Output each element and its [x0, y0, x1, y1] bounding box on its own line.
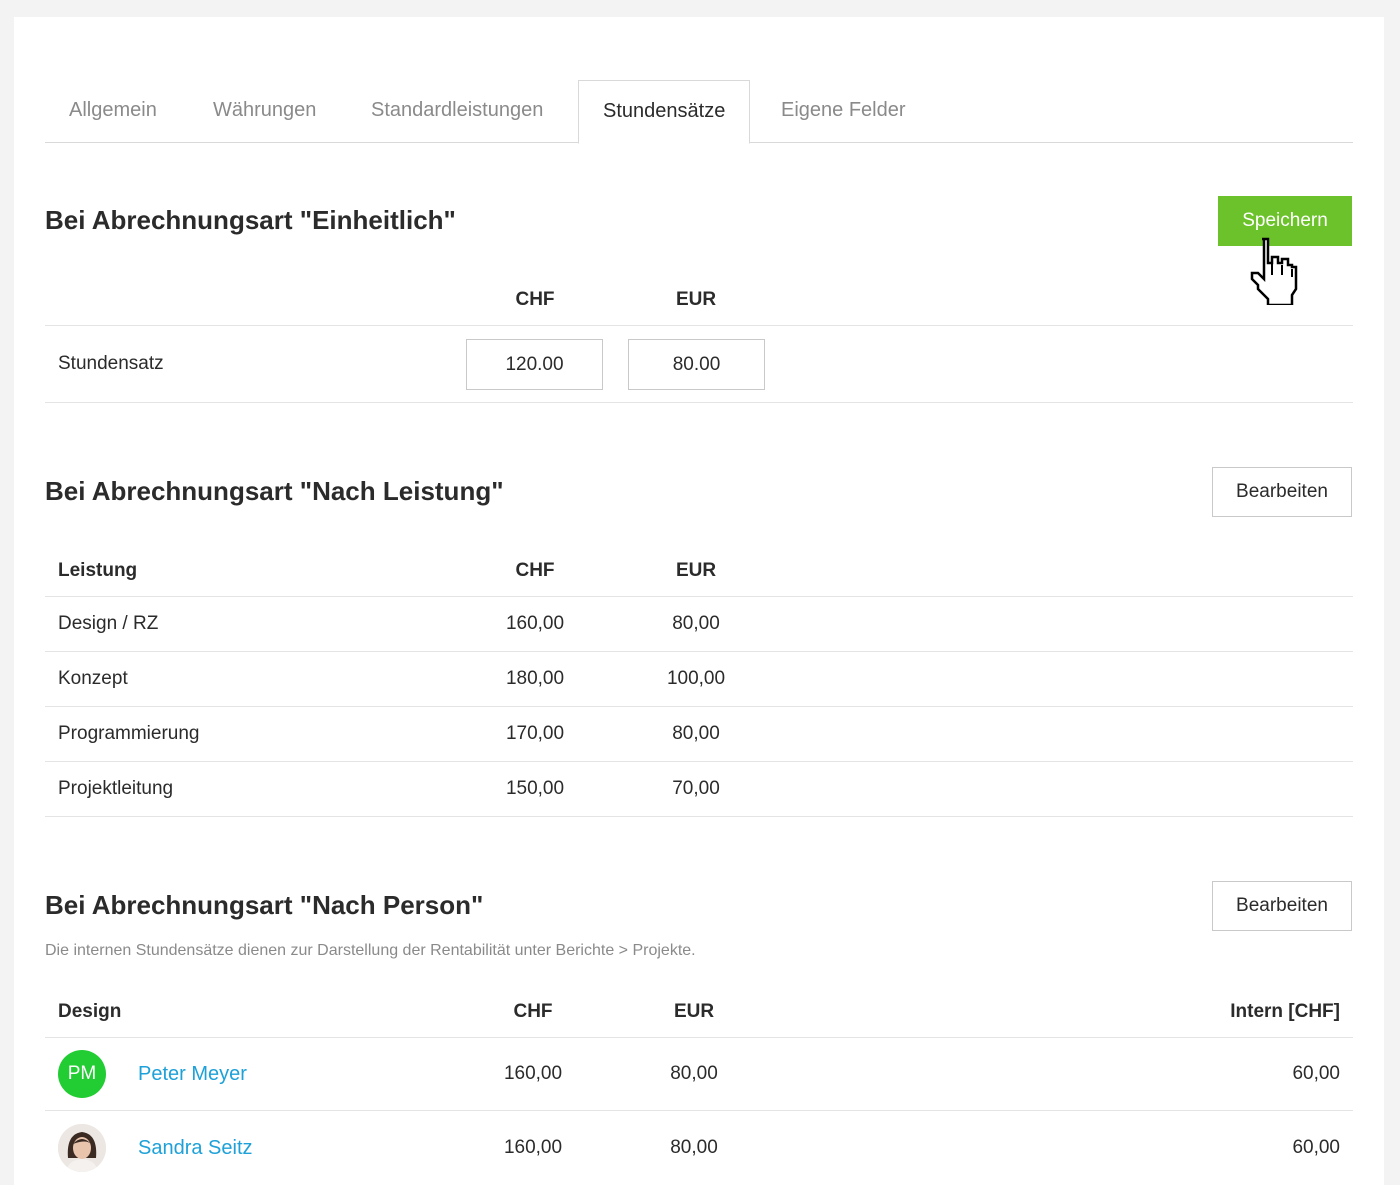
leistung-chf: 150,00	[505, 778, 565, 799]
tab-allgemein[interactable]: Allgemein	[45, 80, 181, 143]
leistung-chf: 160,00	[505, 613, 565, 634]
row-label-stundensatz: Stundensatz	[58, 353, 164, 374]
rate-input-eur[interactable]	[628, 339, 765, 390]
leistung-eur: 70,00	[672, 778, 720, 799]
col-head-chf: CHF	[515, 289, 555, 310]
person-intern: 60,00	[1292, 1137, 1340, 1158]
avatar	[58, 1124, 106, 1172]
col-head-chf: CHF	[513, 1001, 553, 1022]
tab-waehrungen[interactable]: Währungen	[189, 80, 340, 143]
divider	[45, 1037, 1353, 1038]
col-head-leistung: Leistung	[58, 560, 138, 581]
leistung-eur: 80,00	[672, 723, 720, 744]
person-intern: 60,00	[1292, 1063, 1340, 1084]
leistung-eur: 100,00	[666, 668, 726, 689]
divider	[45, 596, 1353, 597]
col-head-eur: EUR	[675, 560, 717, 581]
tab-bar: Allgemein Währungen Standardleistungen S…	[45, 80, 1353, 144]
divider	[45, 402, 1353, 403]
divider	[45, 706, 1353, 707]
edit-leistung-button[interactable]: Bearbeiten	[1212, 467, 1352, 517]
col-head-intern: Intern [CHF]	[1230, 1001, 1340, 1022]
person-eur: 80,00	[670, 1137, 718, 1158]
leistung-eur: 80,00	[672, 613, 720, 634]
leistung-name: Projektleitung	[58, 778, 174, 799]
save-button[interactable]: Speichern	[1218, 196, 1352, 246]
rate-input-chf[interactable]	[466, 339, 603, 390]
divider	[45, 651, 1353, 652]
person-link[interactable]: Sandra Seitz	[138, 1137, 253, 1160]
internal-rates-note: Die internen Stundensätze dienen zur Dar…	[45, 942, 696, 959]
person-chf: 160,00	[503, 1063, 563, 1084]
leistung-name: Design / RZ	[58, 613, 159, 634]
col-head-chf: CHF	[515, 560, 555, 581]
leistung-chf: 170,00	[505, 723, 565, 744]
tab-standardleistungen[interactable]: Standardleistungen	[347, 80, 567, 143]
divider	[45, 325, 1353, 326]
divider	[45, 1110, 1353, 1111]
section-title-einheitlich: Bei Abrechnungsart "Einheitlich"	[45, 205, 456, 235]
person-eur: 80,00	[670, 1063, 718, 1084]
section-title-person: Bei Abrechnungsart "Nach Person"	[45, 890, 484, 920]
avatar-initials: PM	[67, 1063, 97, 1084]
leistung-name: Konzept	[58, 668, 128, 689]
section-title-leistung: Bei Abrechnungsart "Nach Leistung"	[45, 476, 504, 506]
tab-eigene-felder[interactable]: Eigene Felder	[757, 80, 930, 143]
divider	[45, 816, 1353, 817]
person-photo-icon	[58, 1124, 106, 1172]
person-link[interactable]: Peter Meyer	[138, 1063, 247, 1086]
edit-person-button[interactable]: Bearbeiten	[1212, 881, 1352, 931]
avatar: PM	[58, 1050, 106, 1098]
person-chf: 160,00	[503, 1137, 563, 1158]
leistung-chf: 180,00	[505, 668, 565, 689]
settings-card: Allgemein Währungen Standardleistungen S…	[14, 17, 1384, 1185]
divider	[45, 761, 1353, 762]
tab-stundensaetze[interactable]: Stundensätze	[578, 80, 751, 144]
col-head-eur: EUR	[673, 1001, 715, 1022]
col-head-eur: EUR	[675, 289, 717, 310]
col-head-design: Design	[58, 1001, 122, 1022]
leistung-name: Programmierung	[58, 723, 200, 744]
